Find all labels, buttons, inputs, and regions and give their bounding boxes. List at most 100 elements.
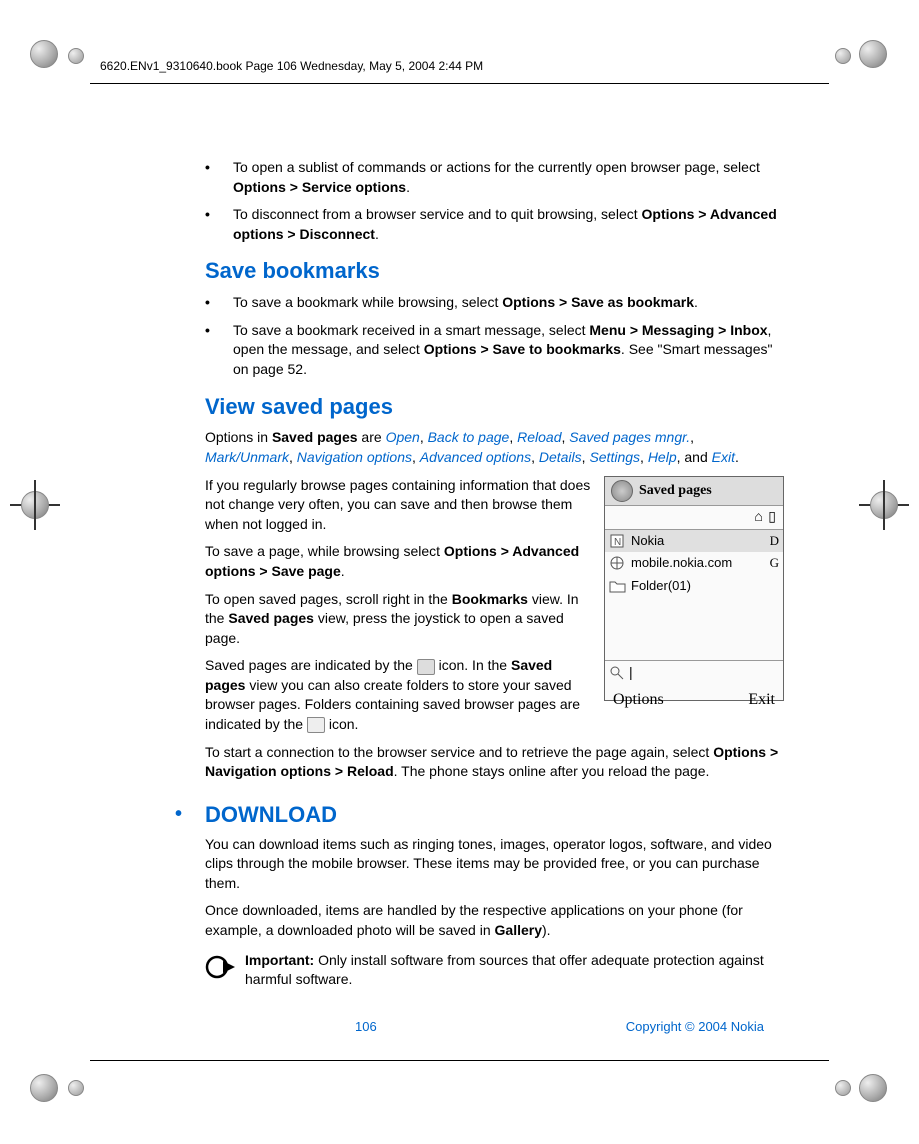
text: To start a connection to the browser ser… bbox=[205, 744, 713, 760]
bold-text: Menu > Messaging > Inbox bbox=[589, 322, 767, 338]
text: To save a bookmark received in a smart m… bbox=[233, 322, 589, 338]
crop-mark bbox=[10, 480, 60, 530]
option-link: Advanced options bbox=[420, 449, 531, 465]
phone-list: N Nokia D mobile.nokia.com G bbox=[605, 530, 783, 660]
phone-search-bar: | bbox=[605, 660, 783, 685]
crop-mark-small bbox=[835, 1080, 851, 1096]
paragraph: Once downloaded, items are handled by th… bbox=[205, 901, 784, 940]
option-link: Settings bbox=[589, 449, 640, 465]
important-text: Important: Only install software from so… bbox=[245, 951, 784, 990]
important-label: Important: bbox=[245, 952, 314, 968]
list-item: • To disconnect from a browser service a… bbox=[205, 205, 784, 244]
copyright: Copyright © 2004 Nokia bbox=[626, 1018, 764, 1036]
list-item: • To open a sublist of commands or actio… bbox=[205, 158, 784, 197]
saved-page-icon bbox=[609, 555, 627, 571]
text: . bbox=[406, 179, 410, 195]
text: . bbox=[694, 294, 698, 310]
option-link: Details bbox=[539, 449, 582, 465]
heading-text: DOWNLOAD bbox=[205, 800, 337, 831]
bullet-icon: • bbox=[205, 321, 233, 380]
heading-save-bookmarks: Save bookmarks bbox=[205, 256, 784, 287]
list-item-text: To disconnect from a browser service and… bbox=[233, 205, 784, 244]
text: . bbox=[341, 563, 345, 579]
globe-icon bbox=[611, 480, 633, 502]
crop-mark-small bbox=[68, 48, 84, 64]
text: , and bbox=[677, 449, 712, 465]
bullet-icon: • bbox=[205, 205, 233, 244]
page-footer: 106 Copyright © 2004 Nokia bbox=[95, 1018, 824, 1036]
phone-row-label: mobile.nokia.com bbox=[631, 554, 732, 572]
text: To disconnect from a browser service and… bbox=[233, 206, 642, 222]
section-heading-download: • DOWNLOAD bbox=[175, 800, 784, 831]
text: are bbox=[358, 429, 386, 445]
text: To open saved pages, scroll right in the bbox=[205, 591, 452, 607]
list-item: • To save a bookmark received in a smart… bbox=[205, 321, 784, 380]
crop-mark bbox=[30, 1074, 60, 1104]
search-icon bbox=[609, 665, 625, 681]
list-item-text: To open a sublist of commands or actions… bbox=[233, 158, 784, 197]
phone-row-label: Folder(01) bbox=[631, 577, 691, 595]
text: view you can also create folders to stor… bbox=[205, 677, 580, 732]
option-link: Navigation options bbox=[297, 449, 412, 465]
phone-titlebar: Saved pages bbox=[605, 477, 783, 506]
saved-page-icon bbox=[417, 659, 435, 675]
text: icon. bbox=[325, 716, 358, 732]
option-link: Back to page bbox=[428, 429, 510, 445]
phone-title: Saved pages bbox=[639, 481, 712, 501]
bookmark-icon: N bbox=[609, 533, 627, 549]
phone-row-label: Nokia bbox=[631, 532, 664, 550]
option-link: Help bbox=[648, 449, 677, 465]
paragraph: To start a connection to the browser ser… bbox=[205, 743, 784, 782]
important-icon bbox=[205, 951, 237, 983]
svg-text:N: N bbox=[614, 537, 621, 548]
paragraph: You can download items such as ringing t… bbox=[205, 835, 784, 894]
important-note: Important: Only install software from so… bbox=[205, 951, 784, 990]
text: Saved pages are indicated by the bbox=[205, 657, 417, 673]
folder-icon bbox=[307, 717, 325, 733]
option-link: Open bbox=[386, 429, 420, 445]
phone-screenshot: Saved pages ⌂ ▯ N Nokia D bbox=[604, 476, 784, 701]
option-link: Reload bbox=[517, 429, 561, 445]
bold-text: Options > Save as bookmark bbox=[502, 294, 694, 310]
text: To save a bookmark while browsing, selec… bbox=[233, 294, 502, 310]
rule-line bbox=[90, 83, 829, 84]
folder-icon bbox=[609, 578, 627, 594]
phone-list-item: N Nokia D bbox=[605, 530, 783, 552]
text: To open a sublist of commands or actions… bbox=[233, 159, 760, 175]
bold-text: Options > Save to bookmarks bbox=[424, 341, 621, 357]
phone-row-badge: D bbox=[770, 532, 779, 550]
crop-mark-small bbox=[68, 1080, 84, 1096]
page-number: 106 bbox=[355, 1018, 377, 1036]
text: Only install software from sources that … bbox=[245, 952, 764, 988]
text: . The phone stays online after you reloa… bbox=[394, 763, 710, 779]
crop-mark bbox=[859, 1074, 889, 1104]
phone-softkeys: Options Exit bbox=[605, 685, 783, 715]
option-link: Mark/Unmark bbox=[205, 449, 289, 465]
text: Options in bbox=[205, 429, 272, 445]
phone-list-item: Folder(01) bbox=[605, 575, 783, 597]
text: icon. In the bbox=[435, 657, 511, 673]
bullet-icon: • bbox=[205, 158, 233, 197]
bold-text: Saved pages bbox=[272, 429, 358, 445]
heading-view-saved-pages: View saved pages bbox=[205, 392, 784, 423]
bold-text: Gallery bbox=[495, 922, 542, 938]
rule-line bbox=[90, 1060, 829, 1061]
crop-mark bbox=[859, 40, 889, 70]
crop-mark-small bbox=[835, 48, 851, 64]
text: . bbox=[375, 226, 379, 242]
list-item: • To save a bookmark while browsing, sel… bbox=[205, 293, 784, 313]
crop-mark bbox=[30, 40, 60, 70]
option-link: Saved pages mngr. bbox=[569, 429, 690, 445]
phone-row-badge: G bbox=[770, 554, 779, 572]
crop-mark bbox=[859, 480, 909, 530]
text: Once downloaded, items are handled by th… bbox=[205, 902, 743, 938]
softkey-left: Options bbox=[613, 689, 664, 711]
list-item-text: To save a bookmark while browsing, selec… bbox=[233, 293, 784, 313]
running-head: 6620.ENv1_9310640.book Page 106 Wednesda… bbox=[100, 58, 483, 75]
bullet-icon: • bbox=[175, 800, 205, 831]
page-content: • To open a sublist of commands or actio… bbox=[95, 88, 824, 1030]
bold-text: Saved pages bbox=[228, 610, 314, 626]
text: ). bbox=[542, 922, 551, 938]
bold-text: Bookmarks bbox=[452, 591, 528, 607]
option-link: Exit bbox=[712, 449, 735, 465]
